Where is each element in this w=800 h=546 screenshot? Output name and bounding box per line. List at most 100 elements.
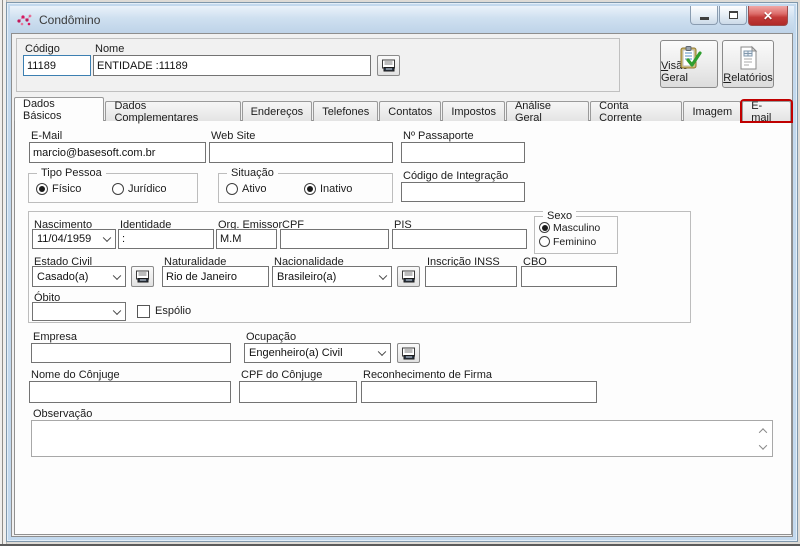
radio-feminino-label[interactable]: Feminino xyxy=(553,236,596,248)
website-label: Web Site xyxy=(211,130,255,142)
scroll-up-icon[interactable] xyxy=(757,425,769,437)
codigo-integracao-input[interactable] xyxy=(401,182,525,202)
passaporte-input[interactable] xyxy=(401,142,525,163)
identidade-input[interactable] xyxy=(118,229,214,249)
nacionalidade-lookup-button[interactable] xyxy=(397,266,420,287)
empresa-input[interactable] xyxy=(31,343,231,363)
tipo-pessoa-groupbox: Tipo Pessoa Físico Jurídico xyxy=(28,173,198,203)
chevron-down-icon xyxy=(379,271,387,279)
tab-telefones[interactable]: Telefones xyxy=(313,101,378,121)
tab-impostos[interactable]: Impostos xyxy=(442,101,505,121)
radio-feminino[interactable] xyxy=(539,236,550,247)
tab-strip: Dados Básicos Dados Complementares Ender… xyxy=(14,97,792,121)
ocupacao-lookup-button[interactable] xyxy=(397,343,420,363)
nome-label: Nome xyxy=(95,43,124,55)
radio-ativo-label[interactable]: Ativo xyxy=(242,183,266,195)
minimize-button[interactable] xyxy=(690,6,718,25)
email-label: E-Mail xyxy=(31,130,62,142)
window-title: Condômino xyxy=(39,13,100,27)
empresa-label: Empresa xyxy=(33,331,77,343)
nome-conjuge-input[interactable] xyxy=(29,381,231,403)
sexo-legend: Sexo xyxy=(543,210,576,222)
tab-dados-basicos[interactable]: Dados Básicos xyxy=(14,97,104,121)
card-lookup-icon xyxy=(401,347,416,360)
tab-enderecos[interactable]: Endereços xyxy=(242,101,313,121)
observacao-label: Observação xyxy=(33,408,92,420)
card-lookup-icon xyxy=(381,59,396,72)
card-lookup-icon xyxy=(401,270,416,283)
entity-header-box: Código Nome xyxy=(16,38,620,92)
situacao-groupbox: Situação Ativo Inativo xyxy=(218,173,393,203)
screenshot-stage: Condômino ✕ Código Nome xyxy=(0,0,800,546)
radio-inativo[interactable] xyxy=(304,183,316,195)
inscricao-inss-input[interactable] xyxy=(425,266,517,287)
naturalidade-input[interactable] xyxy=(162,266,269,287)
app-logo-icon xyxy=(16,12,33,28)
titlebar[interactable]: Condômino ✕ xyxy=(10,6,794,33)
relatorios-label: Relatórios xyxy=(723,72,773,84)
obito-combo[interactable] xyxy=(32,302,126,321)
cpf-conjuge-input[interactable] xyxy=(239,381,357,403)
condomino-window: Condômino ✕ Código Nome xyxy=(6,2,798,542)
chevron-down-icon xyxy=(103,234,111,242)
scroll-down-icon[interactable] xyxy=(757,441,769,453)
visao-geral-button[interactable]: Visão Geral xyxy=(660,40,718,88)
chevron-down-icon xyxy=(378,348,386,356)
report-document-icon xyxy=(736,45,760,71)
passaporte-label: Nº Passaporte xyxy=(403,130,474,142)
tab-conta-corrente[interactable]: Conta Corrente xyxy=(590,101,682,121)
observacao-textarea[interactable] xyxy=(31,420,773,457)
pis-input[interactable] xyxy=(392,229,527,249)
radio-masculino-label[interactable]: Masculino xyxy=(553,222,600,234)
estado-civil-combo[interactable]: Casado(a) xyxy=(32,266,126,287)
espolio-checkbox[interactable] xyxy=(137,305,150,318)
nascimento-combo[interactable]: 11/04/1959 xyxy=(32,229,116,249)
chevron-down-icon xyxy=(113,271,121,279)
org-emissor-input[interactable] xyxy=(216,229,277,249)
maximize-button[interactable] xyxy=(719,6,747,25)
reconhecimento-firma-input[interactable] xyxy=(361,381,597,403)
radio-juridico[interactable] xyxy=(112,183,124,195)
nome-conjuge-label: Nome do Cônjuge xyxy=(31,369,120,381)
nome-input[interactable] xyxy=(93,55,371,76)
radio-juridico-label[interactable]: Jurídico xyxy=(128,183,167,195)
nacionalidade-combo[interactable]: Brasileiro(a) xyxy=(272,266,392,287)
dados-pessoais-groupbox: Nascimento 11/04/1959 Identidade Org. Em… xyxy=(28,211,691,323)
cpf-conjuge-label: CPF do Cônjuge xyxy=(241,369,322,381)
tab-email[interactable]: E-mail xyxy=(742,101,791,121)
overview-clipboard-icon xyxy=(676,45,702,71)
tipo-pessoa-legend: Tipo Pessoa xyxy=(37,167,106,179)
reconhecimento-firma-label: Reconhecimento de Firma xyxy=(363,369,492,381)
codigo-label: Código xyxy=(25,43,60,55)
tab-dados-complementares[interactable]: Dados Complementares xyxy=(105,101,240,121)
radio-masculino[interactable] xyxy=(539,222,550,233)
situacao-legend: Situação xyxy=(227,167,278,179)
tab-imagem[interactable]: Imagem xyxy=(683,101,741,121)
radio-inativo-label[interactable]: Inativo xyxy=(320,183,352,195)
codigo-integracao-label: Código de Integração xyxy=(403,170,508,182)
radio-fisico-label[interactable]: Físico xyxy=(52,183,81,195)
email-input[interactable] xyxy=(29,142,206,163)
ocupacao-combo[interactable]: Engenheiro(a) Civil xyxy=(244,343,391,363)
entity-lookup-button[interactable] xyxy=(377,55,400,76)
tab-contatos[interactable]: Contatos xyxy=(379,101,441,121)
website-input[interactable] xyxy=(209,142,393,163)
chevron-down-icon xyxy=(113,306,121,314)
relatorios-button[interactable]: Relatórios xyxy=(722,40,774,88)
close-icon: ✕ xyxy=(763,9,773,23)
radio-fisico[interactable] xyxy=(36,183,48,195)
estado-civil-lookup-button[interactable] xyxy=(131,266,154,287)
close-button[interactable]: ✕ xyxy=(748,6,788,26)
cbo-input[interactable] xyxy=(521,266,617,287)
ocupacao-label: Ocupação xyxy=(246,331,296,343)
cpf-input[interactable] xyxy=(280,229,389,249)
radio-ativo[interactable] xyxy=(226,183,238,195)
maximize-icon xyxy=(729,11,738,19)
sexo-groupbox: Sexo Masculino Feminino xyxy=(534,216,618,254)
espolio-label[interactable]: Espólio xyxy=(155,305,191,317)
card-lookup-icon xyxy=(135,270,150,283)
codigo-input[interactable] xyxy=(23,55,91,76)
client-area: Código Nome xyxy=(11,33,793,537)
minimize-icon xyxy=(700,17,709,20)
tab-analise-geral[interactable]: Análise Geral xyxy=(506,101,589,121)
